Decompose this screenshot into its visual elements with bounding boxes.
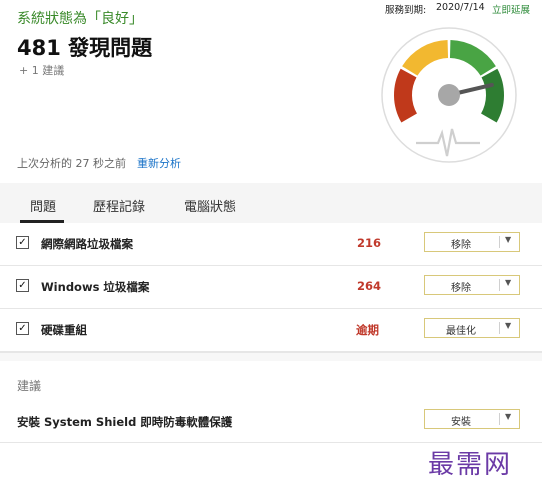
service-expiry-date: 2020/7/14 (436, 2, 485, 13)
reanalyze-link[interactable]: 重新分析 (137, 155, 181, 171)
gauge-hub (438, 84, 460, 106)
issue-row: ✓ 網際網路垃圾檔案 216 移除 ▼ (0, 223, 542, 266)
chevron-down-icon[interactable]: ▼ (505, 235, 511, 244)
service-expiry-label: 服務到期: (385, 5, 427, 16)
suggestion-label: 安裝 System Shield 即時防毒軟體保護 (17, 415, 233, 429)
section-divider (0, 352, 542, 361)
suggestions-heading: 建議 (17, 379, 42, 393)
tab-history[interactable]: 歷程記錄 (93, 196, 145, 215)
chevron-down-icon[interactable]: ▼ (505, 321, 511, 330)
tab-bar: 問題 歷程記錄 電腦狀態 (0, 183, 542, 223)
gauge-segment-red (394, 68, 418, 123)
issue-value: 逾期 (356, 323, 379, 337)
issues-count-title: 481 發現問題 (17, 36, 153, 60)
extend-link[interactable]: 立即延展 (492, 2, 530, 16)
suggestion-action-label: 安裝 (451, 417, 471, 428)
issue-action-label: 移除 (451, 240, 471, 251)
issue-action-label: 移除 (451, 283, 471, 294)
last-analysis-text: 上次分析的 27 秒之前 (17, 157, 126, 170)
status-header: 系統狀態為「良好」 481 發現問題 + 1 建議 上次分析的 27 秒之前 重… (0, 0, 542, 183)
issue-label: 硬碟重組 (41, 323, 87, 337)
chevron-down-icon[interactable]: ▼ (505, 278, 511, 287)
issue-checkbox[interactable]: ✓ (16, 322, 29, 335)
status-title: 系統狀態為「良好」 (17, 11, 143, 27)
issue-row: ✓ Windows 垃圾檔案 264 移除 ▼ (0, 266, 542, 309)
gauge-segment-dark-green (480, 68, 504, 123)
issue-row: ✓ 硬碟重組 逾期 最佳化 ▼ (0, 309, 542, 352)
suggestion-action-select[interactable]: 安裝 ▼ (424, 409, 520, 429)
select-divider (499, 279, 500, 291)
suggestion-row: 安裝 System Shield 即時防毒軟體保護 安裝 ▼ (0, 400, 542, 443)
issue-action-select[interactable]: 移除 ▼ (424, 275, 520, 295)
issue-action-select[interactable]: 移除 ▼ (424, 232, 520, 252)
chevron-down-icon[interactable]: ▼ (505, 412, 511, 421)
issue-label: 網際網路垃圾檔案 (41, 237, 133, 251)
select-divider (499, 236, 500, 248)
tab-issues[interactable]: 問題 (30, 196, 56, 215)
issue-checkbox[interactable]: ✓ (16, 279, 29, 292)
health-gauge (381, 27, 517, 163)
suggestion-count: + 1 建議 (19, 64, 65, 77)
watermark: 最需网 (428, 450, 513, 480)
issue-value: 264 (357, 279, 382, 293)
issue-action-label: 最佳化 (446, 326, 476, 337)
select-divider (499, 413, 500, 425)
issue-value: 216 (357, 236, 382, 250)
tab-pc-status[interactable]: 電腦狀態 (184, 196, 236, 215)
issue-checkbox[interactable]: ✓ (16, 236, 29, 249)
issue-label: Windows 垃圾檔案 (41, 280, 150, 294)
issue-action-select[interactable]: 最佳化 ▼ (424, 318, 520, 338)
select-divider (499, 322, 500, 334)
